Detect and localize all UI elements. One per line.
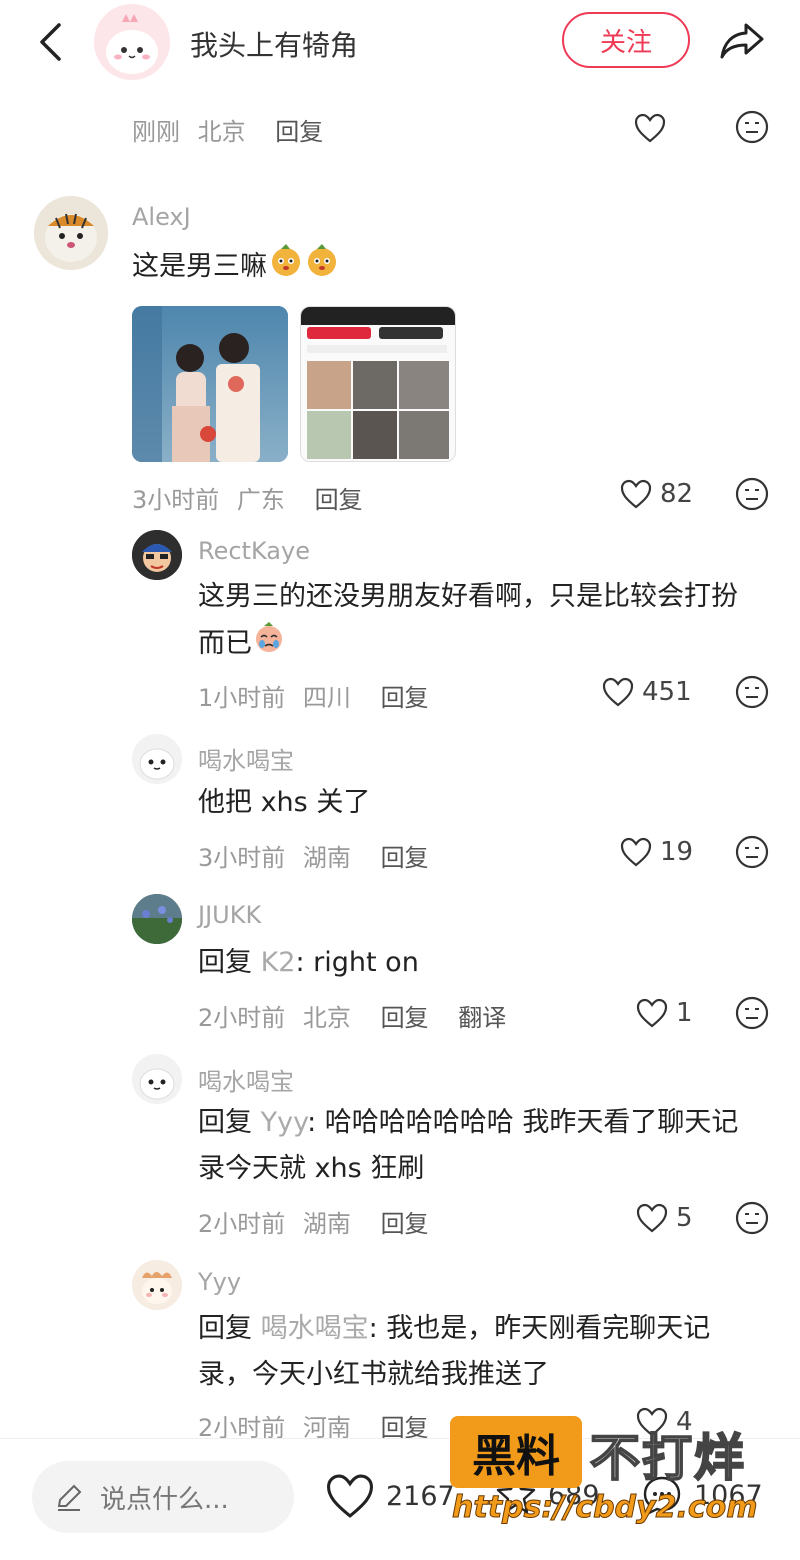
follow-button[interactable]: 关注 <box>562 12 690 68</box>
comment-image[interactable] <box>132 306 288 462</box>
like-count: 1 <box>676 998 693 1028</box>
post-like-button[interactable]: 2167 <box>324 1473 455 1519</box>
reply-location: 四川 <box>302 684 351 712</box>
heart-icon <box>620 837 652 867</box>
comment-input[interactable]: 说点什么... <box>32 1461 294 1533</box>
emoji-icon[interactable] <box>735 835 769 869</box>
reply-username[interactable]: JJUKK <box>198 901 261 929</box>
reply-username[interactable]: 喝水喝宝 <box>198 1062 294 1097</box>
like-button[interactable]: 5 <box>636 1198 693 1238</box>
reply-button[interactable]: 回复 <box>381 844 429 872</box>
back-icon[interactable] <box>30 20 70 64</box>
comment-meta: 刚刚 北京 回复 <box>132 112 323 147</box>
comment-time: 3小时前 <box>132 486 220 514</box>
reply-button[interactable]: 回复 <box>381 1004 429 1032</box>
reply-time: 2小时前 <box>198 1210 286 1238</box>
reply-username[interactable]: Yyy <box>198 1268 241 1296</box>
comment-time: 刚刚 <box>132 118 180 146</box>
watermark-box: 黑料 <box>450 1416 582 1488</box>
reply-username[interactable]: RectKaye <box>198 537 310 565</box>
reply-time: 1小时前 <box>198 684 286 712</box>
like-count: 82 <box>660 479 694 509</box>
comment-meta: 3小时前 广东 回复 <box>132 480 363 515</box>
comment-username[interactable]: AlexJ <box>132 203 191 231</box>
heart-icon <box>636 1203 668 1233</box>
heart-icon <box>620 479 652 509</box>
reply-text: 他把 xhs 关了 <box>198 787 371 818</box>
share-icon[interactable] <box>716 18 768 64</box>
like-count: 451 <box>642 677 692 707</box>
reply-text: 回复 K2: right on <box>198 947 419 978</box>
reply-button[interactable]: 回复 <box>275 118 323 146</box>
comment-image[interactable] <box>300 306 456 462</box>
reply-location: 湖南 <box>302 1210 351 1238</box>
avatar[interactable] <box>132 1054 182 1104</box>
emoji-icon <box>269 242 341 293</box>
translate-button[interactable]: 翻译 <box>458 1004 506 1032</box>
heart-icon <box>326 1474 374 1518</box>
reply-meta: 2小时前 北京 回复 翻译 <box>198 998 506 1033</box>
avatar[interactable] <box>132 734 182 784</box>
reply-location: 湖南 <box>302 844 351 872</box>
like-button[interactable]: 82 <box>620 474 693 514</box>
watermark-url: https://cbdy2.com <box>452 1490 758 1526</box>
avatar[interactable] <box>34 196 108 270</box>
emoji-icon[interactable] <box>735 1201 769 1235</box>
reply-username[interactable]: 喝水喝宝 <box>198 741 294 776</box>
reply-to-user[interactable]: Yyy <box>261 1107 308 1138</box>
emoji-icon[interactable] <box>735 675 769 709</box>
watermark: 黑料 不打烊 https://cbdy2.com <box>450 1416 780 1538</box>
like-count: 5 <box>676 1203 693 1233</box>
reply-text: 回复 喝水喝宝: 我也是，昨天刚看完聊天记 录，今天小红书就给我推送了 <box>198 1313 711 1390</box>
avatar[interactable] <box>132 530 182 580</box>
like-button[interactable]: 19 <box>620 832 693 872</box>
reply-time: 2小时前 <box>198 1004 286 1032</box>
author-name[interactable]: 我头上有犄角 <box>190 24 358 64</box>
emoji-icon[interactable] <box>735 477 769 511</box>
reply-meta: 2小时前 湖南 回复 <box>198 1204 429 1239</box>
avatar[interactable] <box>132 1260 182 1310</box>
reply-to-user[interactable]: K2 <box>261 947 296 978</box>
reply-meta: 1小时前 四川 回复 <box>198 678 429 713</box>
reply-meta: 3小时前 湖南 回复 <box>198 838 429 873</box>
reply-button[interactable]: 回复 <box>381 684 429 712</box>
top-bar: 我头上有犄角 关注 <box>0 0 800 84</box>
comment-input-placeholder: 说点什么... <box>100 1484 229 1515</box>
emoji-icon[interactable] <box>735 110 769 144</box>
heart-icon <box>602 677 634 707</box>
reply-button[interactable]: 回复 <box>315 486 363 514</box>
author-avatar[interactable] <box>94 4 170 80</box>
like-count: 19 <box>660 837 694 867</box>
emoji-icon[interactable] <box>735 996 769 1030</box>
reply-text: 回复 Yyy: 哈哈哈哈哈哈哈 我昨天看了聊天记 录今天就 xhs 狂刷 <box>198 1107 739 1184</box>
reply-button[interactable]: 回复 <box>381 1210 429 1238</box>
like-button[interactable] <box>634 108 674 148</box>
comment-text: 这是男三嘛 <box>132 242 341 293</box>
like-button[interactable]: 1 <box>636 993 693 1033</box>
pencil-icon <box>57 1484 82 1511</box>
reply-text: 这男三的还没男朋友好看啊，只是比较会打扮 而已 <box>198 574 778 669</box>
post-like-count: 2167 <box>386 1480 455 1512</box>
reply-time: 3小时前 <box>198 844 286 872</box>
heart-icon <box>636 998 668 1028</box>
reply-to-user[interactable]: 喝水喝宝 <box>261 1313 369 1344</box>
heart-icon <box>634 113 666 143</box>
reply-location: 北京 <box>302 1004 351 1032</box>
watermark-text: 不打烊 <box>589 1428 746 1488</box>
emoji-icon <box>252 620 286 669</box>
comment-location: 北京 <box>197 118 246 146</box>
avatar[interactable] <box>132 894 182 944</box>
like-button[interactable]: 451 <box>602 672 692 712</box>
comment-location: 广东 <box>236 486 285 514</box>
